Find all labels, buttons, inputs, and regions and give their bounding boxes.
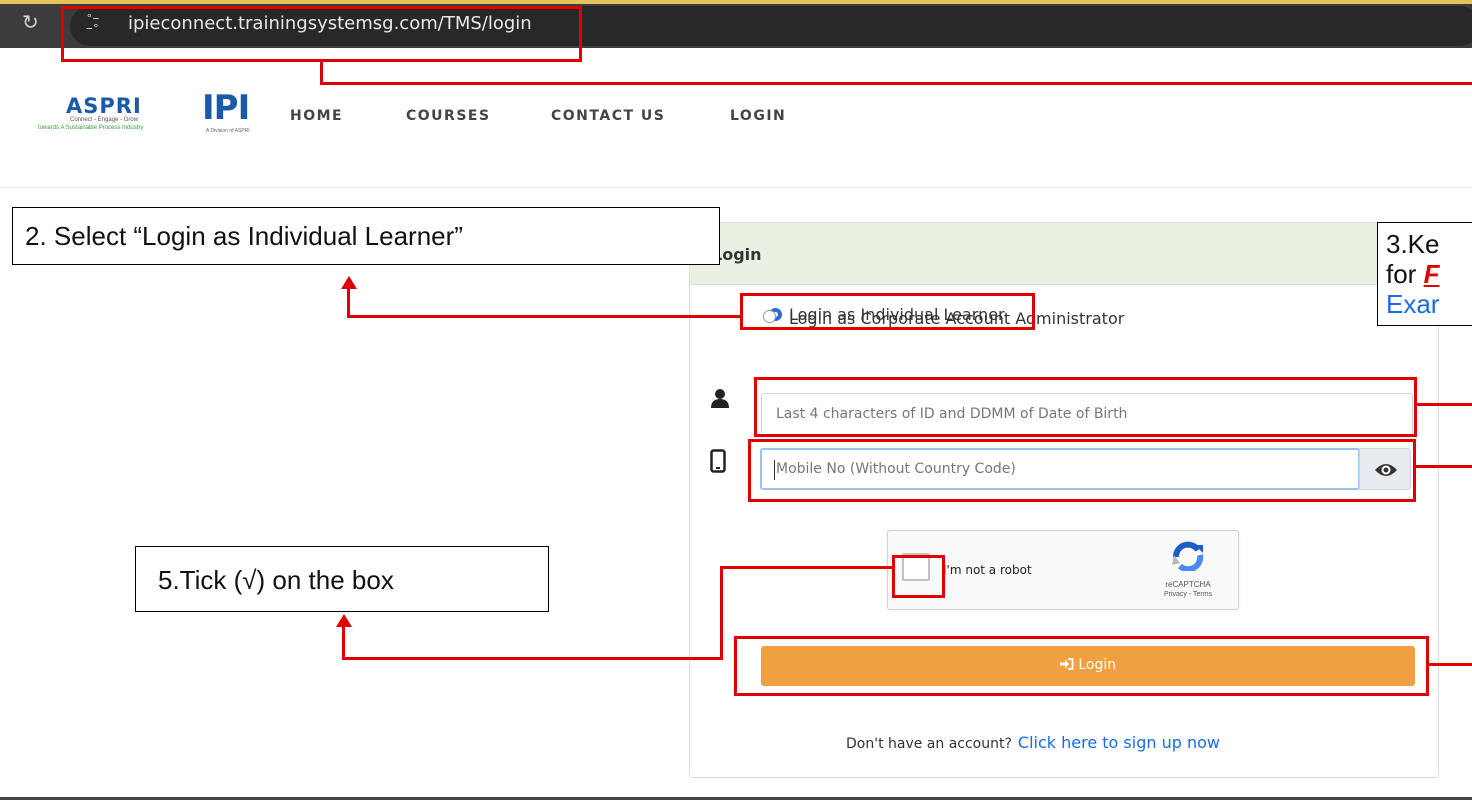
mobile-phone-icon [710, 449, 726, 478]
ipi-logo[interactable]: IPI A Division of ASPRI [200, 88, 270, 148]
ipi-logo-text: IPI [202, 88, 250, 128]
aspri-logo-text: ASPRI [66, 94, 142, 118]
recaptcha-brand: reCAPTCHA [1165, 580, 1211, 589]
annotation-connector [720, 566, 723, 660]
reload-icon[interactable]: ↻ [22, 10, 39, 34]
annotation-connector [1416, 403, 1472, 406]
annotation-arrow-icon [336, 614, 352, 627]
annotation-connector [1415, 465, 1472, 468]
annotation-connector [342, 624, 345, 660]
nav-home[interactable]: HOME [290, 108, 343, 124]
aspri-logo-subtagline: towards A Sustainable Process Industry [38, 125, 144, 131]
aspri-logo-tagline: Connect - Engage - Grow [70, 117, 139, 123]
recaptcha-logo-icon [1170, 541, 1206, 573]
aspri-logo[interactable]: ASPRI Connect - Engage - Grow towards A … [38, 94, 208, 144]
annotation-step-3: 3.Ke for F Exar [1377, 222, 1472, 326]
nav-login[interactable]: LOGIN [730, 108, 786, 124]
annotation-step-3-line-3: Exar [1386, 289, 1440, 319]
user-icon [710, 388, 730, 413]
signup-link[interactable]: Click here to sign up now [1018, 733, 1220, 752]
annotation-connector [720, 566, 894, 569]
login-panel-header: Login [690, 223, 1438, 285]
annotation-connector [343, 657, 723, 660]
ipi-logo-tagline: A Division of ASPRI [206, 128, 250, 134]
annotation-connector [320, 82, 1472, 85]
nav-courses[interactable]: COURSES [406, 108, 491, 124]
annotation-step-3-line-2-emphasis: F [1423, 259, 1440, 289]
annotation-step-5: 5.Tick (√) on the box [135, 546, 549, 612]
annotation-login-button-highlight [734, 636, 1429, 696]
annotation-step-5-text: 5.Tick (√) on the box [158, 565, 394, 595]
annotation-connector [1428, 663, 1472, 666]
site-header: ASPRI Connect - Engage - Grow towards A … [0, 48, 1472, 188]
recaptcha-label: I'm not a robot [943, 563, 1032, 577]
annotation-step-2: 2. Select “Login as Individual Learner” [12, 207, 720, 265]
nav-contact-us[interactable]: CONTACT US [551, 108, 665, 124]
recaptcha-privacy-terms[interactable]: Privacy - Terms [1146, 591, 1230, 598]
annotation-step-3-line-1: 3.Ke [1386, 229, 1440, 259]
annotation-url-highlight [61, 6, 582, 62]
signup-text: Don't have an account? [846, 736, 1012, 752]
annotation-step-3-line-2: for F [1386, 259, 1439, 290]
annotation-mobile-highlight [748, 439, 1416, 502]
annotation-connector [348, 315, 742, 318]
annotation-username-highlight [754, 377, 1417, 437]
signup-row: Don't have an account? Click here to sign… [846, 733, 1220, 752]
annotation-captcha-checkbox-highlight [892, 555, 945, 598]
annotation-arrow-icon [341, 276, 357, 289]
annotation-step-2-text: 2. Select “Login as Individual Learner” [25, 221, 463, 251]
annotation-connector [347, 286, 350, 318]
annotation-step-3-line-2-prefix: for [1386, 259, 1424, 289]
annotation-individual-learner-highlight [740, 293, 1035, 330]
